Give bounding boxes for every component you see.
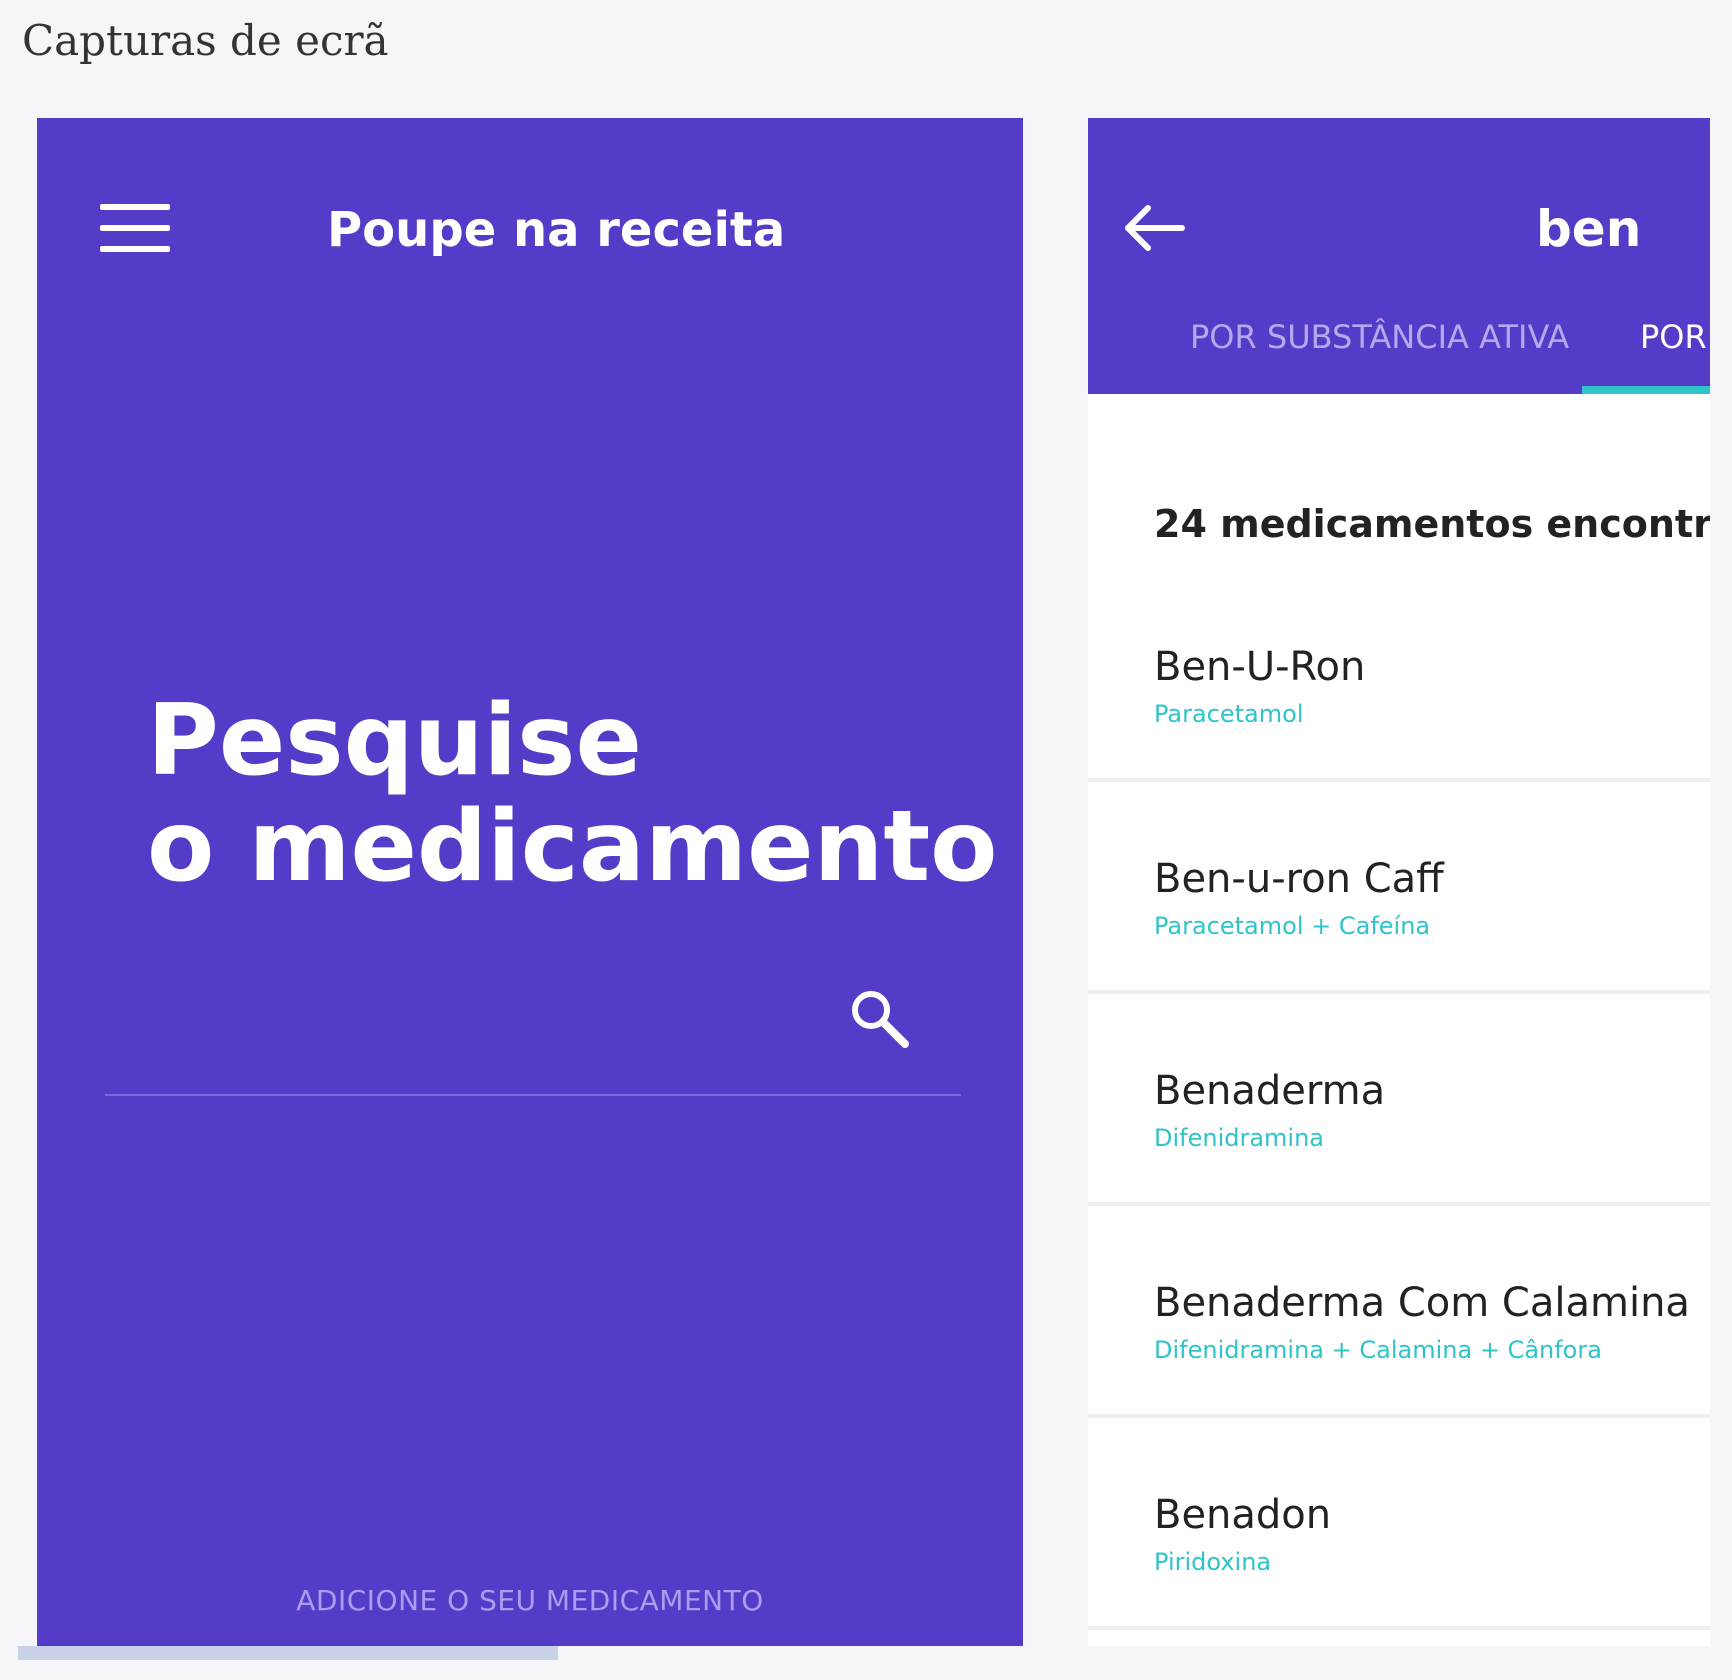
add-medication-link[interactable]: ADICIONE O SEU MEDICAMENTO (37, 1584, 1023, 1617)
app-title: Poupe na receita (327, 202, 786, 258)
item-substance: Difenidramina (1154, 1124, 1325, 1152)
tab-name[interactable]: POR (1640, 318, 1707, 356)
item-substance: Difenidramina + Calamina + Cânfora (1154, 1336, 1602, 1364)
search-query[interactable]: ben (1536, 200, 1641, 258)
results-count: 24 medicamentos encontrados (1154, 502, 1710, 546)
list-item[interactable]: Ben-u-ron Caff Paracetamol + Cafeína (1088, 782, 1710, 994)
search-input[interactable] (105, 1094, 961, 1096)
screenshot-search-home: Poupe na receita Pesquise o medicamento … (37, 118, 1023, 1646)
list-item[interactable]: Benaderma Com Calamina Difenidramina + C… (1088, 1206, 1710, 1418)
item-substance: Paracetamol (1154, 700, 1304, 728)
item-name: Ben-U-Ron (1154, 644, 1366, 690)
hero-heading: Pesquise o medicamento (147, 684, 998, 904)
back-arrow-icon[interactable] (1122, 204, 1186, 252)
item-name: Benadon (1154, 1492, 1332, 1538)
results-header: ben POR SUBSTÂNCIA ATIVA POR (1088, 118, 1710, 394)
scrollbar[interactable] (18, 1646, 558, 1660)
section-title: Capturas de ecrã (22, 16, 389, 65)
item-substance: Piridoxina (1154, 1548, 1272, 1576)
list-item[interactable]: Ben-U-Ron Paracetamol (1088, 570, 1710, 782)
list-item[interactable]: Benadon Piridoxina (1088, 1418, 1710, 1630)
item-name: Ben-u-ron Caff (1154, 856, 1444, 902)
hero-line-1: Pesquise (147, 684, 642, 798)
tab-indicator (1582, 386, 1710, 394)
tab-substance[interactable]: POR SUBSTÂNCIA ATIVA (1190, 318, 1569, 356)
item-name: Benaderma (1154, 1068, 1386, 1114)
search-icon[interactable] (847, 986, 911, 1050)
item-substance: Paracetamol + Cafeína (1154, 912, 1431, 940)
list-item[interactable]: Benaderma Difenidramina (1088, 994, 1710, 1206)
item-name: Benaderma Com Calamina (1154, 1280, 1690, 1326)
screenshot-search-results: ben POR SUBSTÂNCIA ATIVA POR 24 medicame… (1088, 118, 1710, 1646)
results-list: Ben-U-Ron Paracetamol Ben-u-ron Caff Par… (1088, 570, 1710, 1630)
menu-icon[interactable] (100, 204, 170, 254)
hero-line-2: o medicamento (147, 790, 998, 904)
